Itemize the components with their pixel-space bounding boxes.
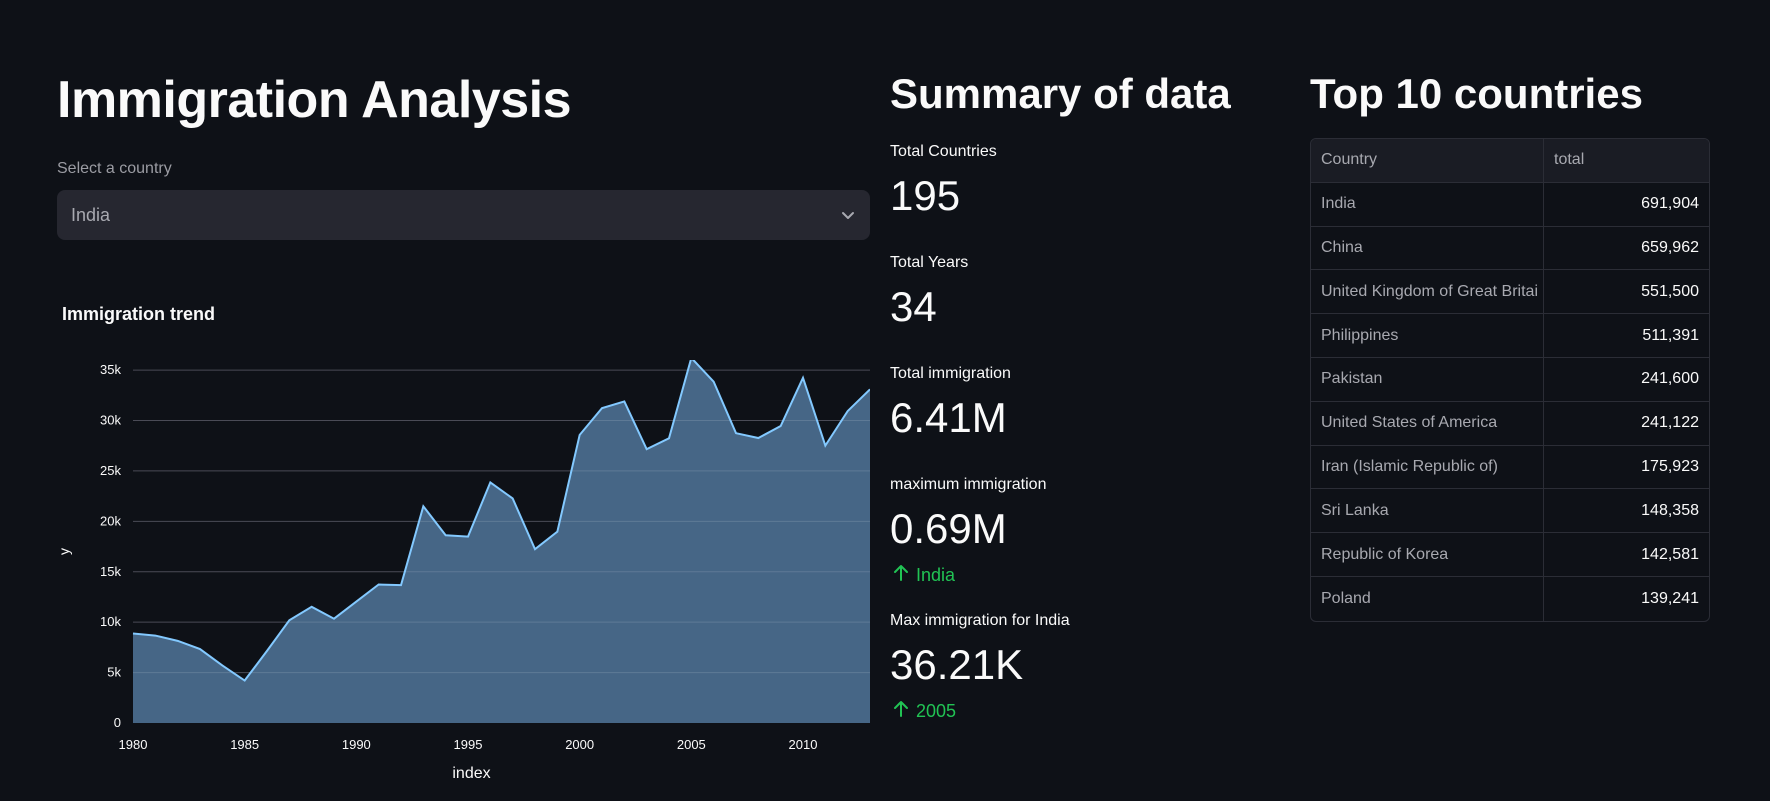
cell-total: 148,358	[1641, 501, 1699, 519]
y-tick-label: 30k	[100, 413, 121, 428]
cell-country: India	[1311, 182, 1544, 226]
table-row[interactable]: Republic of Korea 142,581	[1311, 533, 1709, 577]
cell-total: 551,500	[1641, 282, 1699, 300]
cell-total: 142,581	[1641, 545, 1699, 563]
table-row[interactable]: United Kingdom of Great Britai 551,500	[1311, 270, 1709, 315]
metric-value-max-immigration-country: 36.21K	[890, 641, 1024, 688]
chart-svg: 0 5k 10k 15k 20k 25k 30k 35k 1980 1985 1990 1995 200…	[56, 355, 871, 782]
y-axis-label: y	[57, 548, 72, 555]
table-row[interactable]: Sri Lanka 148,358	[1311, 489, 1709, 534]
country-select-value: India	[71, 204, 111, 225]
area-fill	[133, 357, 870, 723]
table-row[interactable]: Iran (Islamic Republic of) 175,923	[1311, 445, 1709, 490]
summary-title: Summary of data	[890, 70, 1231, 117]
arrow-up-icon	[892, 564, 910, 587]
cell-country: Pakistan	[1311, 357, 1544, 401]
cell-total: 691,904	[1641, 195, 1699, 213]
x-tick-label: 2005	[677, 737, 706, 752]
top10-table[interactable]: Country total India 691,904 China 659,962 …	[1310, 138, 1710, 622]
metric-delta-max-immigration-country: 2005	[892, 700, 956, 723]
cell-total: 511,391	[1642, 326, 1699, 344]
cell-country: China	[1311, 226, 1544, 270]
table-row[interactable]: Pakistan 241,600	[1311, 357, 1709, 402]
y-tick-label: 25k	[100, 463, 121, 478]
cell-country: Republic of Korea	[1311, 533, 1544, 576]
x-tick-label: 1985	[230, 737, 259, 752]
metric-value-max-immigration: 0.69M	[890, 505, 1007, 552]
y-tick-label: 5k	[107, 665, 121, 680]
x-tick-label: 2000	[565, 737, 594, 752]
table-row[interactable]: United States of America 241,122	[1311, 401, 1709, 446]
cell-total: 139,241	[1641, 589, 1699, 607]
table-header-row: Country total	[1311, 139, 1709, 183]
metric-delta-text: India	[916, 565, 956, 585]
metric-label-total-years: Total Years	[890, 254, 969, 271]
cell-country: Sri Lanka	[1311, 489, 1544, 533]
metric-delta-max-immigration: India	[892, 564, 955, 587]
cell-total: 241,122	[1641, 414, 1699, 432]
cell-country: Poland	[1311, 576, 1544, 621]
cell-total: 175,923	[1641, 457, 1699, 475]
metric-label-total-immigration: Total immigration	[890, 365, 1011, 382]
table-row[interactable]: India 691,904	[1311, 182, 1709, 227]
country-select-label: Select a country	[57, 160, 172, 177]
table-row[interactable]: China 659,962	[1311, 226, 1709, 271]
y-tick-label: 0	[114, 715, 121, 730]
metric-value-total-immigration: 6.41M	[890, 394, 1007, 441]
y-tick-label: 10k	[100, 614, 121, 629]
cell-country: United States of America	[1311, 401, 1544, 445]
metric-value-total-countries: 195	[890, 172, 961, 219]
arrow-up-icon	[892, 700, 910, 723]
country-select[interactable]: India	[57, 190, 870, 240]
table-row[interactable]: Philippines 511,391	[1311, 314, 1709, 358]
page-title: Immigration Analysis	[57, 71, 572, 129]
x-axis-label: index	[452, 765, 490, 782]
cell-country: Philippines	[1311, 314, 1544, 357]
chart-title: Immigration trend	[62, 304, 216, 324]
chevron-down-icon	[840, 207, 856, 223]
metric-label-max-immigration-country: Max immigration for India	[890, 612, 1070, 629]
metric-value-total-years: 34	[890, 283, 937, 330]
column-header-total[interactable]: total	[1544, 139, 1709, 182]
y-tick-label: 35k	[100, 362, 121, 377]
y-tick-label: 15k	[100, 564, 121, 579]
metric-label-total-countries: Total Countries	[890, 143, 997, 160]
cell-total: 659,962	[1641, 238, 1699, 256]
x-tick-label: 1980	[119, 737, 148, 752]
column-header-country[interactable]: Country	[1311, 139, 1544, 182]
metric-label-max-immigration: maximum immigration	[890, 476, 1047, 493]
x-tick-label: 2010	[789, 737, 818, 752]
x-tick-label: 1995	[454, 737, 483, 752]
metric-delta-text: 2005	[916, 701, 957, 721]
top10-title: Top 10 countries	[1310, 70, 1643, 117]
cell-country: United Kingdom of Great Britai	[1311, 270, 1544, 314]
cell-country: Iran (Islamic Republic of)	[1311, 445, 1544, 489]
x-tick-label: 1990	[342, 737, 371, 752]
y-tick-label: 20k	[100, 513, 121, 528]
table-row[interactable]: Poland 139,241	[1311, 576, 1709, 621]
cell-total: 241,600	[1641, 370, 1699, 388]
immigration-trend-chart: 0 5k 10k 15k 20k 25k 30k 35k 1980 1985 1990 1995 200…	[56, 355, 871, 790]
